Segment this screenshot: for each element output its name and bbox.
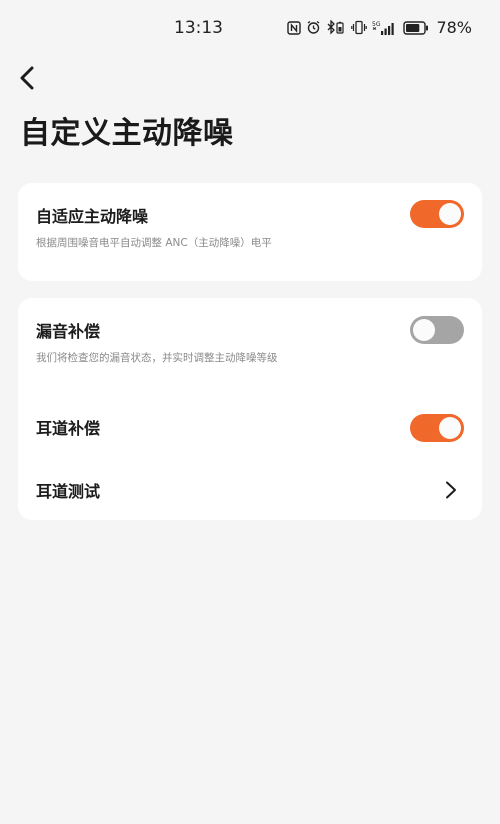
nfc-icon [287, 20, 302, 35]
signal-icon: 5G [372, 20, 398, 36]
battery-percent: 78% [436, 18, 472, 37]
page-title: 自定义主动降噪 [20, 116, 234, 151]
toggle-knob [439, 417, 461, 439]
adaptive-anc-toggle[interactable] [410, 200, 464, 228]
chevron-left-icon [19, 66, 35, 90]
leak-compensation-toggle[interactable] [410, 316, 464, 344]
ear-canal-compensation-row: 耳道补偿 [36, 415, 464, 439]
bluetooth-battery-icon [326, 20, 346, 35]
leak-compensation-row: 漏音补偿 我们将检查您的漏音状态，并实时调整主动降噪等级 [36, 318, 464, 365]
ear-canal-compensation-title: 耳道补偿 [36, 419, 101, 438]
back-button[interactable] [12, 62, 42, 94]
ear-canal-test-title: 耳道测试 [36, 482, 101, 501]
chevron-right-icon [444, 480, 458, 500]
compensation-card: 漏音补偿 我们将检查您的漏音状态，并实时调整主动降噪等级 耳道补偿 耳道测试 [18, 298, 482, 520]
status-bar: 13:13 5G 78% [0, 0, 500, 58]
ear-canal-test-row[interactable]: 耳道测试 [36, 468, 464, 508]
svg-text:5G: 5G [372, 21, 381, 28]
screen: 13:13 5G 78% 自定义主动降噪 自适应主动降噪 根据周围噪音电平自动调… [0, 0, 500, 824]
leak-compensation-subtitle: 我们将检查您的漏音状态，并实时调整主动降噪等级 [36, 352, 278, 364]
toggle-knob [439, 203, 461, 225]
adaptive-anc-card: 自适应主动降噪 根据周围噪音电平自动调整 ANC（主动降噪）电平 [18, 183, 482, 281]
leak-compensation-title: 漏音补偿 [36, 322, 101, 341]
alarm-icon [306, 20, 321, 35]
adaptive-anc-row: 自适应主动降噪 根据周围噪音电平自动调整 ANC（主动降噪）电平 [36, 203, 464, 250]
adaptive-anc-title: 自适应主动降噪 [36, 207, 149, 226]
adaptive-anc-subtitle: 根据周围噪音电平自动调整 ANC（主动降噪）电平 [36, 237, 272, 249]
battery-icon [403, 20, 429, 35]
toggle-knob [413, 319, 435, 341]
ear-canal-compensation-toggle[interactable] [410, 414, 464, 442]
status-time: 13:13 [174, 18, 223, 38]
vibrate-icon [351, 20, 368, 35]
status-icons: 5G 78% [287, 18, 472, 37]
